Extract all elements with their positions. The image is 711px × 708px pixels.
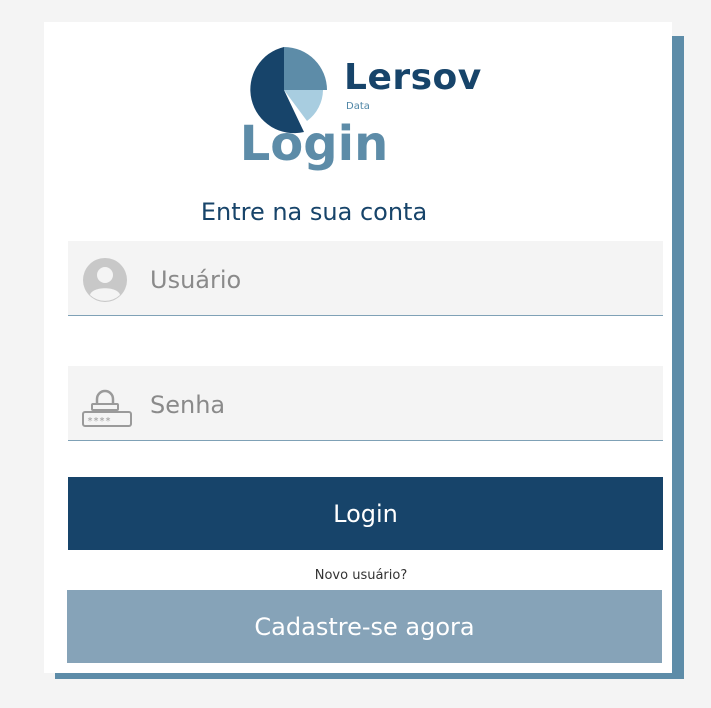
username-field xyxy=(68,241,663,316)
new-user-label: Novo usuário? xyxy=(314,568,408,583)
brand-subtitle: Data xyxy=(346,101,370,112)
login-button[interactable]: Login xyxy=(68,477,663,550)
page-subtitle: Entre na sua conta xyxy=(200,198,428,226)
username-input[interactable] xyxy=(148,261,632,299)
svg-text:****_: ****_ xyxy=(87,416,118,427)
password-input[interactable] xyxy=(148,386,632,424)
brand-name: Lersov xyxy=(344,57,482,98)
user-avatar-icon xyxy=(83,258,127,302)
signup-button[interactable]: Cadastre-se agora xyxy=(67,590,662,663)
page-title: Login xyxy=(239,116,389,172)
password-field: ****_ xyxy=(68,366,663,441)
lock-password-icon: ****_ xyxy=(82,389,132,427)
